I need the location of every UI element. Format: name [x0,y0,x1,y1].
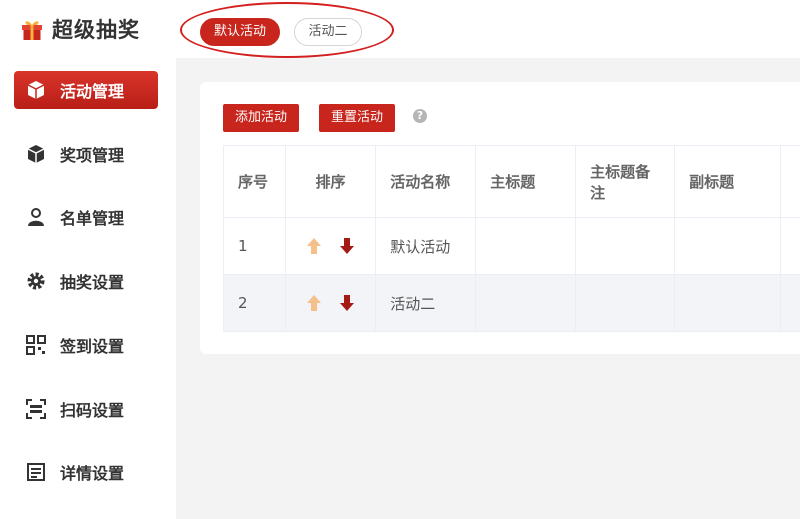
top-bar: 超级抽奖 默认活动 活动二 [0,0,800,58]
cell-seq: 1 [223,217,286,275]
cell-title [475,274,577,332]
cell-sort [284,274,377,332]
sidebar-item-label: 详情设置 [60,464,125,483]
sidebar-item-scan[interactable]: 扫码设置 [14,390,158,428]
cell-overflow [779,274,800,332]
cube-icon [27,81,45,99]
cell-sort [284,217,377,275]
table-row: 1 默认活动 [223,217,800,275]
sidebar-item-activity[interactable]: 活动管理 [14,71,158,109]
sidebar-item-draw-settings[interactable]: 抽奖设置 [14,262,158,300]
column-header-subtitle: 副标题 [674,145,781,218]
activity-panel: 添加活动 重置活动 ? 序号 排序 活动名称 主标题 主标题备注 副标题 1 默… [200,82,800,354]
sidebar-item-list[interactable]: 名单管理 [14,198,158,236]
sidebar-item-label: 名单管理 [60,209,125,228]
add-activity-button[interactable]: 添加活动 [223,104,300,132]
sidebar-item-label: 扫码设置 [60,401,125,420]
cell-overflow [779,217,800,275]
cell-name: 默认活动 [375,217,477,275]
sidebar-item-label: 活动管理 [60,82,125,101]
prize-box-icon [27,145,45,163]
sidebar-item-checkin[interactable]: 签到设置 [14,326,158,364]
move-down-icon[interactable] [339,294,355,312]
column-header-name: 活动名称 [375,145,477,218]
detail-icon [27,463,45,481]
sidebar-item-label: 签到设置 [60,337,125,356]
column-header-sort: 排序 [284,145,377,218]
reset-activity-button[interactable]: 重置活动 [319,104,396,132]
sidebar-item-label: 奖项管理 [60,146,125,165]
activity-tab-default[interactable]: 默认活动 [200,18,280,46]
scan-icon [26,399,46,419]
qrcode-icon [26,335,46,355]
gear-icon [27,272,45,290]
help-icon[interactable]: ? [413,109,427,123]
sidebar-item-details[interactable]: 详情设置 [14,453,158,491]
cell-subtitle [674,217,781,275]
move-up-icon[interactable] [306,294,322,312]
table-row: 2 活动二 [223,274,800,332]
sidebar-item-prizes[interactable]: 奖项管理 [14,135,158,173]
move-down-icon[interactable] [339,237,355,255]
sidebar-item-label: 抽奖设置 [60,273,125,292]
cell-title-note [575,217,676,275]
column-header-seq: 序号 [223,145,286,218]
move-up-icon[interactable] [306,237,322,255]
table-header-row: 序号 排序 活动名称 主标题 主标题备注 副标题 [223,145,800,218]
user-icon [28,208,44,226]
app-title: 超级抽奖 [52,18,140,42]
column-header-title: 主标题 [475,145,577,218]
activity-tab-two[interactable]: 活动二 [294,18,362,46]
cell-title-note [575,274,676,332]
activity-table: 序号 排序 活动名称 主标题 主标题备注 副标题 1 默认活动 2 活动二 [223,145,800,332]
cell-seq: 2 [223,274,286,332]
sidebar: 活动管理 奖项管理 名单管理 抽奖设置 签到设置 扫码设置 详情设置 [0,58,176,519]
activity-tabs: 默认活动 活动二 [180,2,394,58]
column-header-overflow [779,145,800,218]
gift-icon [22,21,42,40]
cell-title [475,217,577,275]
app-logo: 超级抽奖 [20,14,140,44]
cell-name: 活动二 [375,274,477,332]
column-header-title-note: 主标题备注 [575,145,676,218]
cell-subtitle [674,274,781,332]
